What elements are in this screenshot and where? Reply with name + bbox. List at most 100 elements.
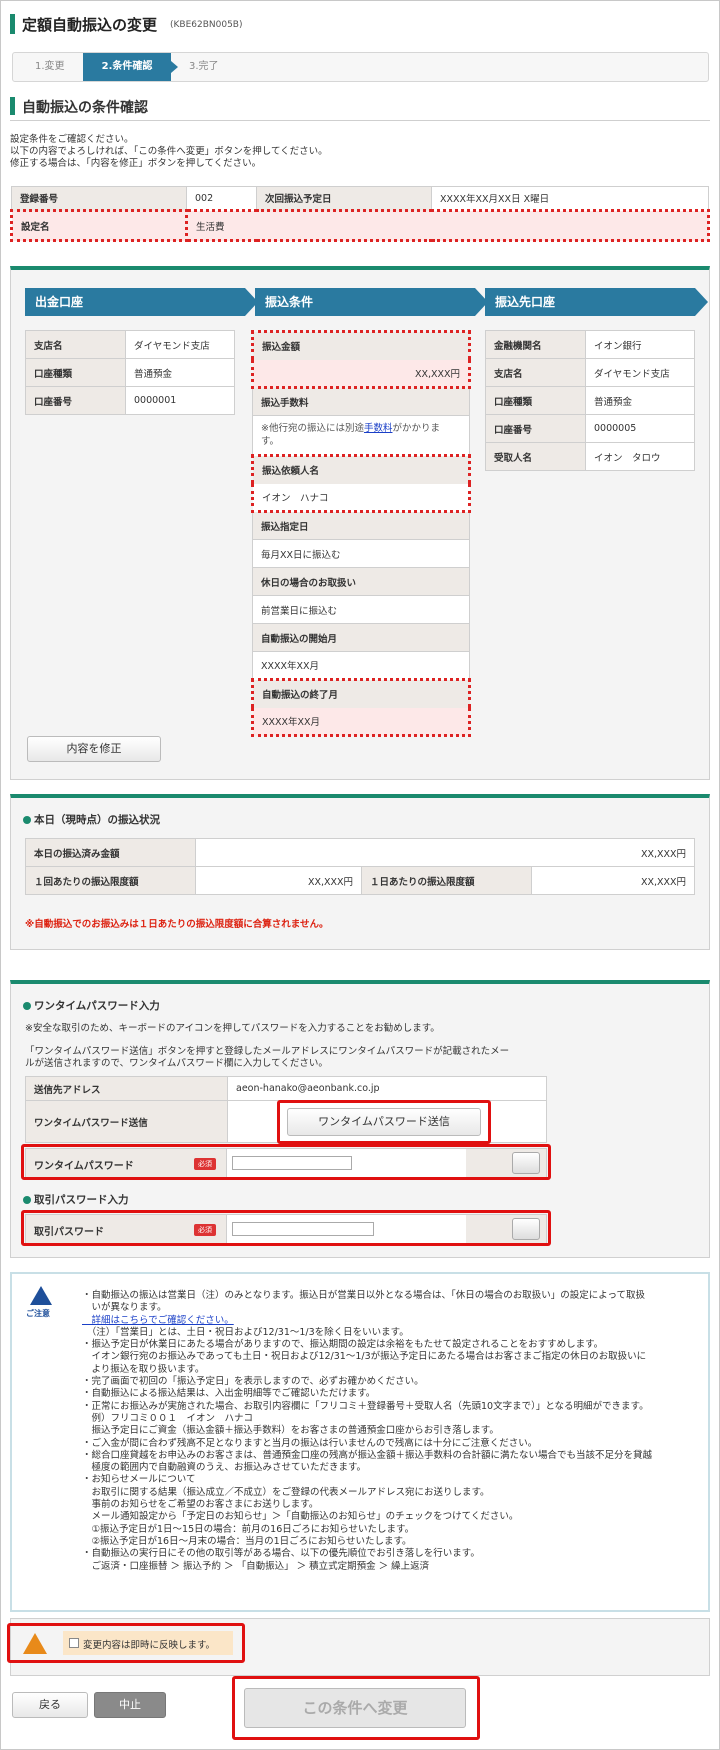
caution-line: （注）「営業日」とは、土日・祝日および12/31〜1/3を除く日をいいます。 bbox=[82, 1326, 409, 1338]
status-panel: 本日（現時点）の振込状況 本日の振込済み金額 XX,XXX円 １回あたりの振込限… bbox=[10, 794, 710, 950]
caution-line: いが異なります。 bbox=[82, 1302, 167, 1314]
page-header: 定額自動振込の変更 (KBE62BN005B) bbox=[10, 12, 710, 38]
day-value: 毎月XX日に振込む bbox=[252, 539, 470, 568]
step-3: 3.完了 bbox=[189, 61, 219, 72]
requester-label: 振込依頼人名 bbox=[251, 454, 471, 484]
caution-line: ・総合口座貸越をお申込みのお客さまは、普通預金口座の残高が振込金額＋振込手数料の… bbox=[82, 1449, 653, 1461]
step-1: 1.変更 bbox=[35, 61, 65, 72]
to-bank-value: イオン銀行 bbox=[585, 330, 695, 359]
otp-panel: ワンタイムパスワード入力 ※安全な取引のため、キーボードのアイコンを押してパスワ… bbox=[10, 980, 710, 1258]
warning-icon bbox=[30, 1286, 52, 1305]
to-type-label: 口座種類 bbox=[485, 386, 586, 415]
section-title: 自動振込の条件確認 bbox=[22, 100, 148, 116]
from-type-label: 口座種類 bbox=[25, 358, 126, 387]
today-value: XX,XXX円 bbox=[195, 838, 695, 867]
fee-note-a: ※他行宛の振込には別途 bbox=[261, 423, 364, 434]
caution-line: ・振込予定日が休業日にあたる場合がありますので、振込期間の設定は余裕をもたせて設… bbox=[82, 1339, 604, 1351]
next-date-label: 次回振込予定日 bbox=[256, 186, 432, 211]
caution-line: ・お知らせメールについて bbox=[82, 1474, 196, 1486]
send-label: ワンタイムパスワード送信 bbox=[25, 1100, 228, 1143]
start-value: XXXX年XX月 bbox=[252, 651, 470, 680]
to-recipient-label: 受取人名 bbox=[485, 442, 586, 471]
highlight-box bbox=[21, 1144, 551, 1180]
txpw-title-wrap: 取引パスワード入力 bbox=[23, 1192, 129, 1207]
otp-title: ワンタイムパスワード入力 bbox=[34, 1000, 160, 1012]
setting-name-value: 生活費 bbox=[185, 209, 710, 242]
from-number-label: 口座番号 bbox=[25, 386, 126, 415]
caution-line: 振込予定日にご資金（振込金額＋振込手数料）をお客さまの普通預金口座からお引き落し… bbox=[82, 1425, 499, 1437]
bullet-icon bbox=[23, 1002, 31, 1010]
to-number-label: 口座番号 bbox=[485, 414, 586, 443]
highlight-box bbox=[232, 1676, 480, 1740]
step-2-active: 2.条件確認 bbox=[83, 53, 171, 81]
bullet-icon bbox=[23, 1196, 31, 1204]
heading-accent-bar bbox=[10, 97, 15, 115]
amount-label: 振込金額 bbox=[251, 330, 471, 360]
back-button[interactable]: 戻る bbox=[12, 1692, 88, 1718]
today-label: 本日の振込済み金額 bbox=[25, 838, 196, 867]
per-tx-value: XX,XXX円 bbox=[195, 866, 362, 895]
to-branch-value: ダイヤモンド支店 bbox=[585, 358, 695, 387]
otp-note-1: ※安全な取引のため、キーボードのアイコンを押してパスワードを入力することをお勧め… bbox=[25, 1023, 440, 1034]
intro-line: 設定条件をご確認ください。 bbox=[10, 134, 134, 145]
next-date-value: XXXX年XX月XX日 X曜日 bbox=[431, 186, 709, 211]
highlight-box bbox=[21, 1210, 551, 1246]
email-value: aeon-hanako@aeonbank.co.jp bbox=[227, 1076, 547, 1101]
caution-link-text[interactable]: 詳細はこちらでご確認ください。 bbox=[82, 1315, 234, 1326]
from-type-value: 普通預金 bbox=[125, 358, 235, 387]
from-branch-label: 支店名 bbox=[25, 330, 126, 359]
reg-no-value: 002 bbox=[186, 186, 257, 211]
status-note: ※自動振込でのお振込みは１日あたりの振込限度額に合算されません。 bbox=[25, 919, 329, 930]
stop-button[interactable]: 中止 bbox=[94, 1692, 166, 1718]
otp-note-block: 「ワンタイムパスワード送信」ボタンを押すと登録したメールアドレスにワンタイムパス… bbox=[25, 1046, 509, 1070]
status-title-wrap: 本日（現時点）の振込状況 bbox=[23, 812, 160, 827]
caution-line: ②振込予定日が16日〜月末の場合：当月の1日ごろにお知らせいたします。 bbox=[82, 1535, 412, 1547]
status-table: 本日の振込済み金額 XX,XXX円 １回あたりの振込限度額 XX,XXX円 １日… bbox=[25, 838, 695, 895]
day-label: 振込指定日 bbox=[252, 511, 470, 540]
caution-line: ・自動振込の振込は営業日（注）のみとなります。振込日が営業日以外となる場合は、「… bbox=[82, 1290, 645, 1301]
caution-line: ・完了画面で初回の「振込予定日」を表示しますので、必ずお確かめください。 bbox=[82, 1376, 424, 1388]
caution-line: メール通知設定から「予定日のお知らせ」＞「自動振込のお知らせ」のチェックをつけて… bbox=[82, 1511, 519, 1523]
to-number-value: 0000005 bbox=[585, 414, 695, 443]
caution-list: ・自動振込の振込は営業日（注）のみとなります。振込日が営業日以外となる場合は、「… bbox=[82, 1290, 702, 1573]
otp-note-3: ルが送信されますので、ワンタイムパスワード欄に入力してください。 bbox=[25, 1058, 328, 1069]
caution-line: 極度の範囲内で自動融資のうえ、お振込みさせていただきます。 bbox=[82, 1462, 367, 1474]
per-tx-label: １回あたりの振込限度額 bbox=[25, 866, 196, 895]
otp-note-2: 「ワンタイムパスワード送信」ボタンを押すと登録したメールアドレスにワンタイムパス… bbox=[25, 1046, 510, 1057]
end-label: 自動振込の終了月 bbox=[251, 678, 471, 708]
page-title: 定額自動振込の変更 bbox=[22, 16, 158, 34]
fee-link[interactable]: 手数料 bbox=[364, 423, 393, 434]
header-accent-bar bbox=[10, 14, 15, 34]
requester-value: イオン ハナコ bbox=[251, 483, 471, 513]
heading-divider bbox=[10, 120, 710, 121]
holiday-label: 休日の場合のお取扱い bbox=[252, 567, 470, 596]
from-account-table: 支店名 ダイヤモンド支店 口座種類 普通預金 口座番号 0000001 bbox=[25, 330, 235, 415]
step-arrow-icon bbox=[171, 61, 178, 73]
end-value: XXXX年XX月 bbox=[251, 707, 471, 737]
fee-note: ※他行宛の振込には別途手数料がかかりま す。 bbox=[252, 415, 470, 456]
edit-content-button[interactable]: 内容を修正 bbox=[27, 736, 161, 762]
caution-line: ①振込予定日が1日〜15日の場合：前月の16日ごろにお知らせいたします。 bbox=[82, 1523, 415, 1535]
caution-line: イオン銀行宛のお振込みであっても土日・祝日および12/31〜1/3が振込予定日に… bbox=[82, 1351, 647, 1363]
to-bank-label: 金融機関名 bbox=[485, 330, 586, 359]
reg-no-label: 登録番号 bbox=[11, 186, 187, 211]
status-title: 本日（現時点）の振込状況 bbox=[34, 814, 160, 826]
column-header-to: 振込先口座 bbox=[485, 288, 708, 316]
caution-line: 事前のお知らせをご希望のお客さまにお送りします。 bbox=[82, 1499, 319, 1511]
amount-value: XX,XXX円 bbox=[251, 359, 471, 389]
setting-name-label: 設定名 bbox=[10, 209, 188, 242]
confirm-area: 変更内容は即時に反映します。 bbox=[7, 1618, 710, 1676]
caution-line: ・正常にお振込みが実施された場合、お取引内容欄に「フリコミ＋登録番号＋受取人名（… bbox=[82, 1400, 649, 1412]
otp-title-wrap: ワンタイムパスワード入力 bbox=[23, 998, 160, 1013]
caution-detail-link[interactable]: 詳細はこちらでご確認ください。 bbox=[82, 1315, 702, 1327]
to-type-value: 普通預金 bbox=[585, 386, 695, 415]
txpw-title: 取引パスワード入力 bbox=[34, 1194, 129, 1206]
highlight-box bbox=[7, 1623, 245, 1663]
intro-line: 以下の内容でよろしければ、「この条件へ変更」ボタンを押してください。 bbox=[10, 146, 328, 157]
to-account-table: 金融機関名 イオン銀行 支店名 ダイヤモンド支店 口座種類 普通預金 口座番号 0000… bbox=[485, 330, 695, 471]
highlight-box bbox=[277, 1100, 491, 1144]
caution-line: お取引に関する結果（振込成立／不成立）をご登録の代表メールアドレス宛にお送りしま… bbox=[82, 1486, 490, 1498]
intro-text: 設定条件をご確認ください。 以下の内容でよろしければ、「この条件へ変更」ボタンを… bbox=[10, 134, 328, 170]
from-branch-value: ダイヤモンド支店 bbox=[125, 330, 235, 359]
per-day-label: １日あたりの振込限度額 bbox=[361, 866, 532, 895]
